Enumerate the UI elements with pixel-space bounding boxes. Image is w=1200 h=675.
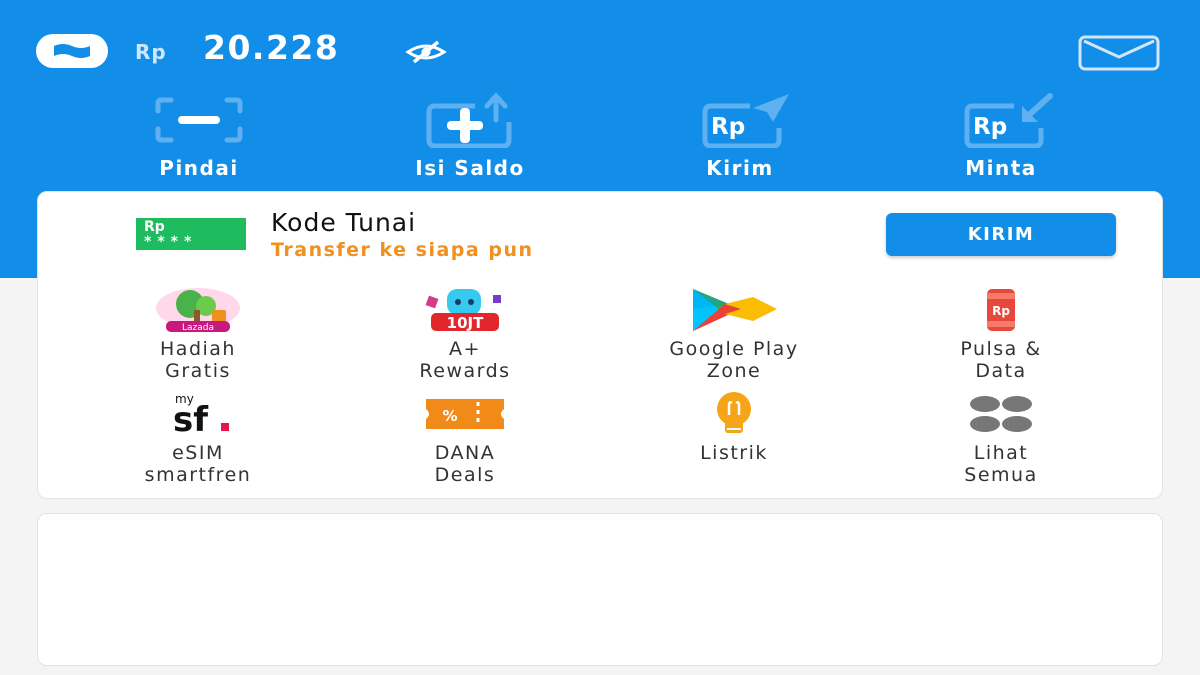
service-label-line1: DANA [434,442,496,464]
lazada-text: Lazada [182,323,214,332]
top-up-label: Isi Saldo [415,156,525,180]
svg-text:Rp: Rp [711,114,745,140]
service-esim-smartfren[interactable]: my sf eSIM smartfren [78,390,318,486]
request-money-icon: Rp [946,92,1056,148]
lazada-gift-icon: Lazada [148,286,248,334]
cash-code-title: Kode Tunai [271,208,417,237]
dana-logo-icon[interactable] [36,34,108,68]
service-label: Google Play Zone [669,338,798,382]
deals-text: % [442,407,457,425]
service-label: A+ Rewards [419,338,510,382]
svg-text:Rp: Rp [973,114,1007,140]
currency-label: Rp [135,40,167,64]
service-label-line1: Pulsa & [960,338,1042,360]
grid-more-icon [951,390,1051,438]
service-label-line2: Deals [434,464,496,486]
send-button[interactable]: Rp Kirim [650,92,830,182]
service-label-line2: Rewards [419,360,511,382]
eye-off-icon[interactable] [404,38,448,66]
top-up-icon [415,92,525,148]
scan-icon [144,92,254,148]
smartfren-icon: my sf [148,390,248,438]
service-see-all[interactable]: Lihat Semua [881,390,1121,486]
service-label-line2: Gratis [165,360,231,382]
top-up-button[interactable]: Isi Saldo [380,92,560,182]
service-a-plus-rewards[interactable]: 10JT A+ Rewards [345,286,585,382]
service-label: Listrik [700,442,768,464]
service-label: Pulsa & Data [960,338,1041,382]
service-free-gift[interactable]: Lazada Hadiah Gratis [78,286,318,382]
service-label-line2: smartfren [144,464,252,486]
service-label-line1: Google Play [669,338,799,360]
service-label-line2: Semua [964,464,1038,486]
request-button[interactable]: Rp Minta [911,92,1091,182]
deals-ticket-icon: % [415,390,515,438]
pulsa-text: Rp [992,304,1010,318]
send-money-icon: Rp [685,92,795,148]
service-label-line1: Hadiah [160,338,236,360]
rewards-10jt-icon: 10JT [415,286,515,334]
empty-content-card [37,513,1163,666]
cash-code-currency: Rp [144,219,165,235]
cash-code-send-button[interactable]: KIRIM [886,213,1116,256]
request-label: Minta [965,156,1037,180]
service-label: Lihat Semua [964,442,1037,486]
lightbulb-icon [684,390,784,438]
scan-label: Pindai [159,156,239,180]
scan-button[interactable]: Pindai [109,92,289,182]
service-label: Hadiah Gratis [160,338,236,382]
balance-amount: 20.228 [203,28,340,67]
service-label-line2: Zone [706,360,762,382]
cash-code-subtitle: Transfer ke siapa pun [271,239,534,261]
service-label-line1: Listrik [700,442,768,464]
service-dana-deals[interactable]: % DANA Deals [345,390,585,486]
service-label: DANA Deals [435,442,496,486]
rewards-text: 10JT [447,314,484,332]
smartfren-sf-text: sf [173,400,209,437]
cash-code-icon: Rp **** [136,218,246,250]
service-label: eSIM smartfren [145,442,252,486]
service-label-line1: A+ [449,338,481,360]
phone-credit-icon: Rp [951,286,1051,334]
service-listrik[interactable]: Listrik [614,390,854,464]
cash-code-mask: **** [144,234,198,250]
service-label-line1: Lihat [973,442,1029,464]
mail-icon[interactable] [1078,35,1160,71]
send-label: Kirim [706,156,774,180]
service-google-play-zone[interactable]: Google Play Zone [614,286,854,382]
google-play-icon [684,286,784,334]
service-label-line1: eSIM [172,442,224,464]
service-pulsa-data[interactable]: Rp Pulsa & Data [881,286,1121,382]
service-label-line2: Data [975,360,1027,382]
